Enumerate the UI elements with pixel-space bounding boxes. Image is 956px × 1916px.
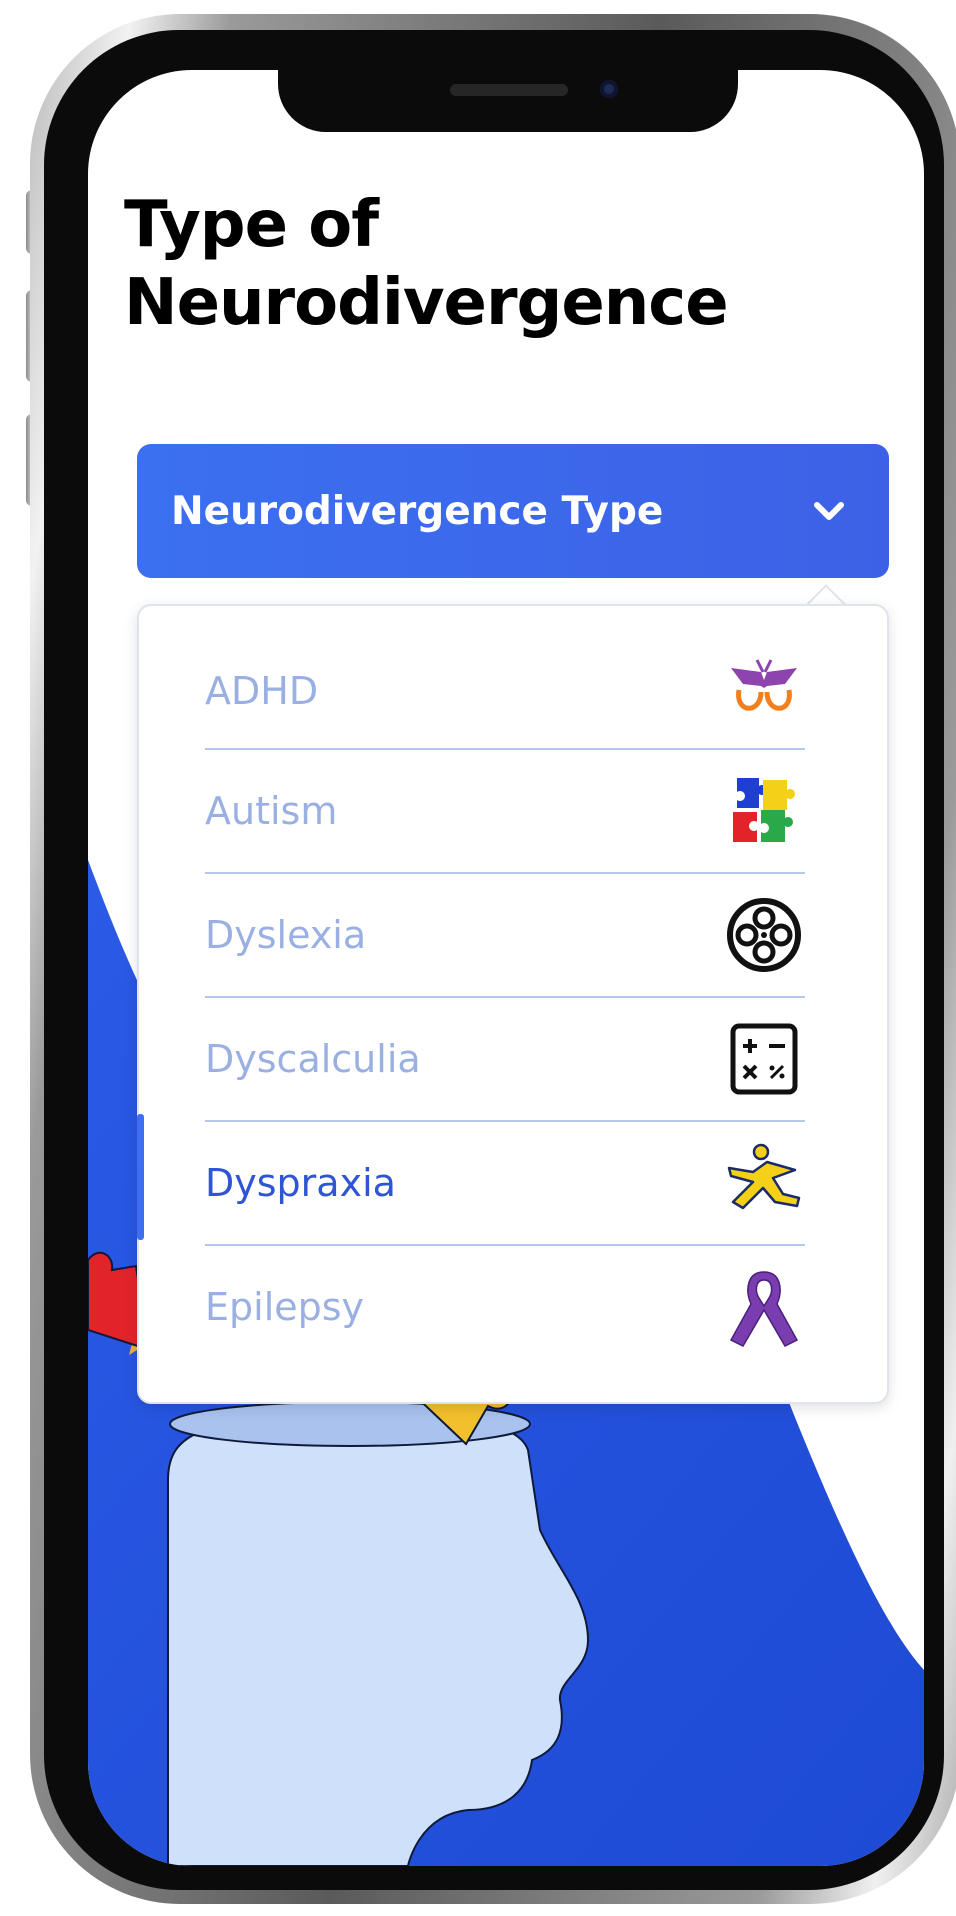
option-label: Epilepsy [205,1285,365,1329]
option-dyspraxia[interactable]: Dyspraxia [205,1122,805,1244]
option-label: Dyscalculia [205,1037,421,1081]
option-label: Dyspraxia [205,1161,396,1205]
option-epilepsy[interactable]: Epilepsy [205,1246,805,1368]
option-label: Dyslexia [205,913,367,957]
dropdown-menu: ADHD Autism Dyslexia Dyscalculia Dysprax… [137,604,889,1404]
option-label: ADHD [205,669,319,713]
chevron-down-icon [814,502,844,520]
option-label: Autism [205,789,338,833]
neurodivergence-type-dropdown[interactable]: Neurodivergence Type [137,444,889,578]
awareness-ribbon-icon [729,1271,799,1347]
option-dyslexia[interactable]: Dyslexia [205,874,805,996]
phone-notch [278,70,738,132]
screenshot-canvas: Type of Neurodivergence Neurodivergence … [0,0,956,1916]
butterfly-icon [731,659,797,711]
calculator-icon [730,1023,798,1095]
scrollbar-thumb[interactable] [137,1114,144,1240]
dropdown-label: Neurodivergence Type [171,488,664,534]
person-jumping-icon [727,1143,801,1210]
earpiece-speaker [450,84,568,96]
option-dyscalculia[interactable]: Dyscalculia [205,998,805,1120]
puzzle-pieces-icon [733,778,795,842]
page-title: Type of Neurodivergence [124,188,729,340]
option-autism[interactable]: Autism [205,750,805,872]
film-reel-icon [727,898,801,972]
front-camera [600,80,618,98]
option-adhd[interactable]: ADHD [205,630,805,752]
